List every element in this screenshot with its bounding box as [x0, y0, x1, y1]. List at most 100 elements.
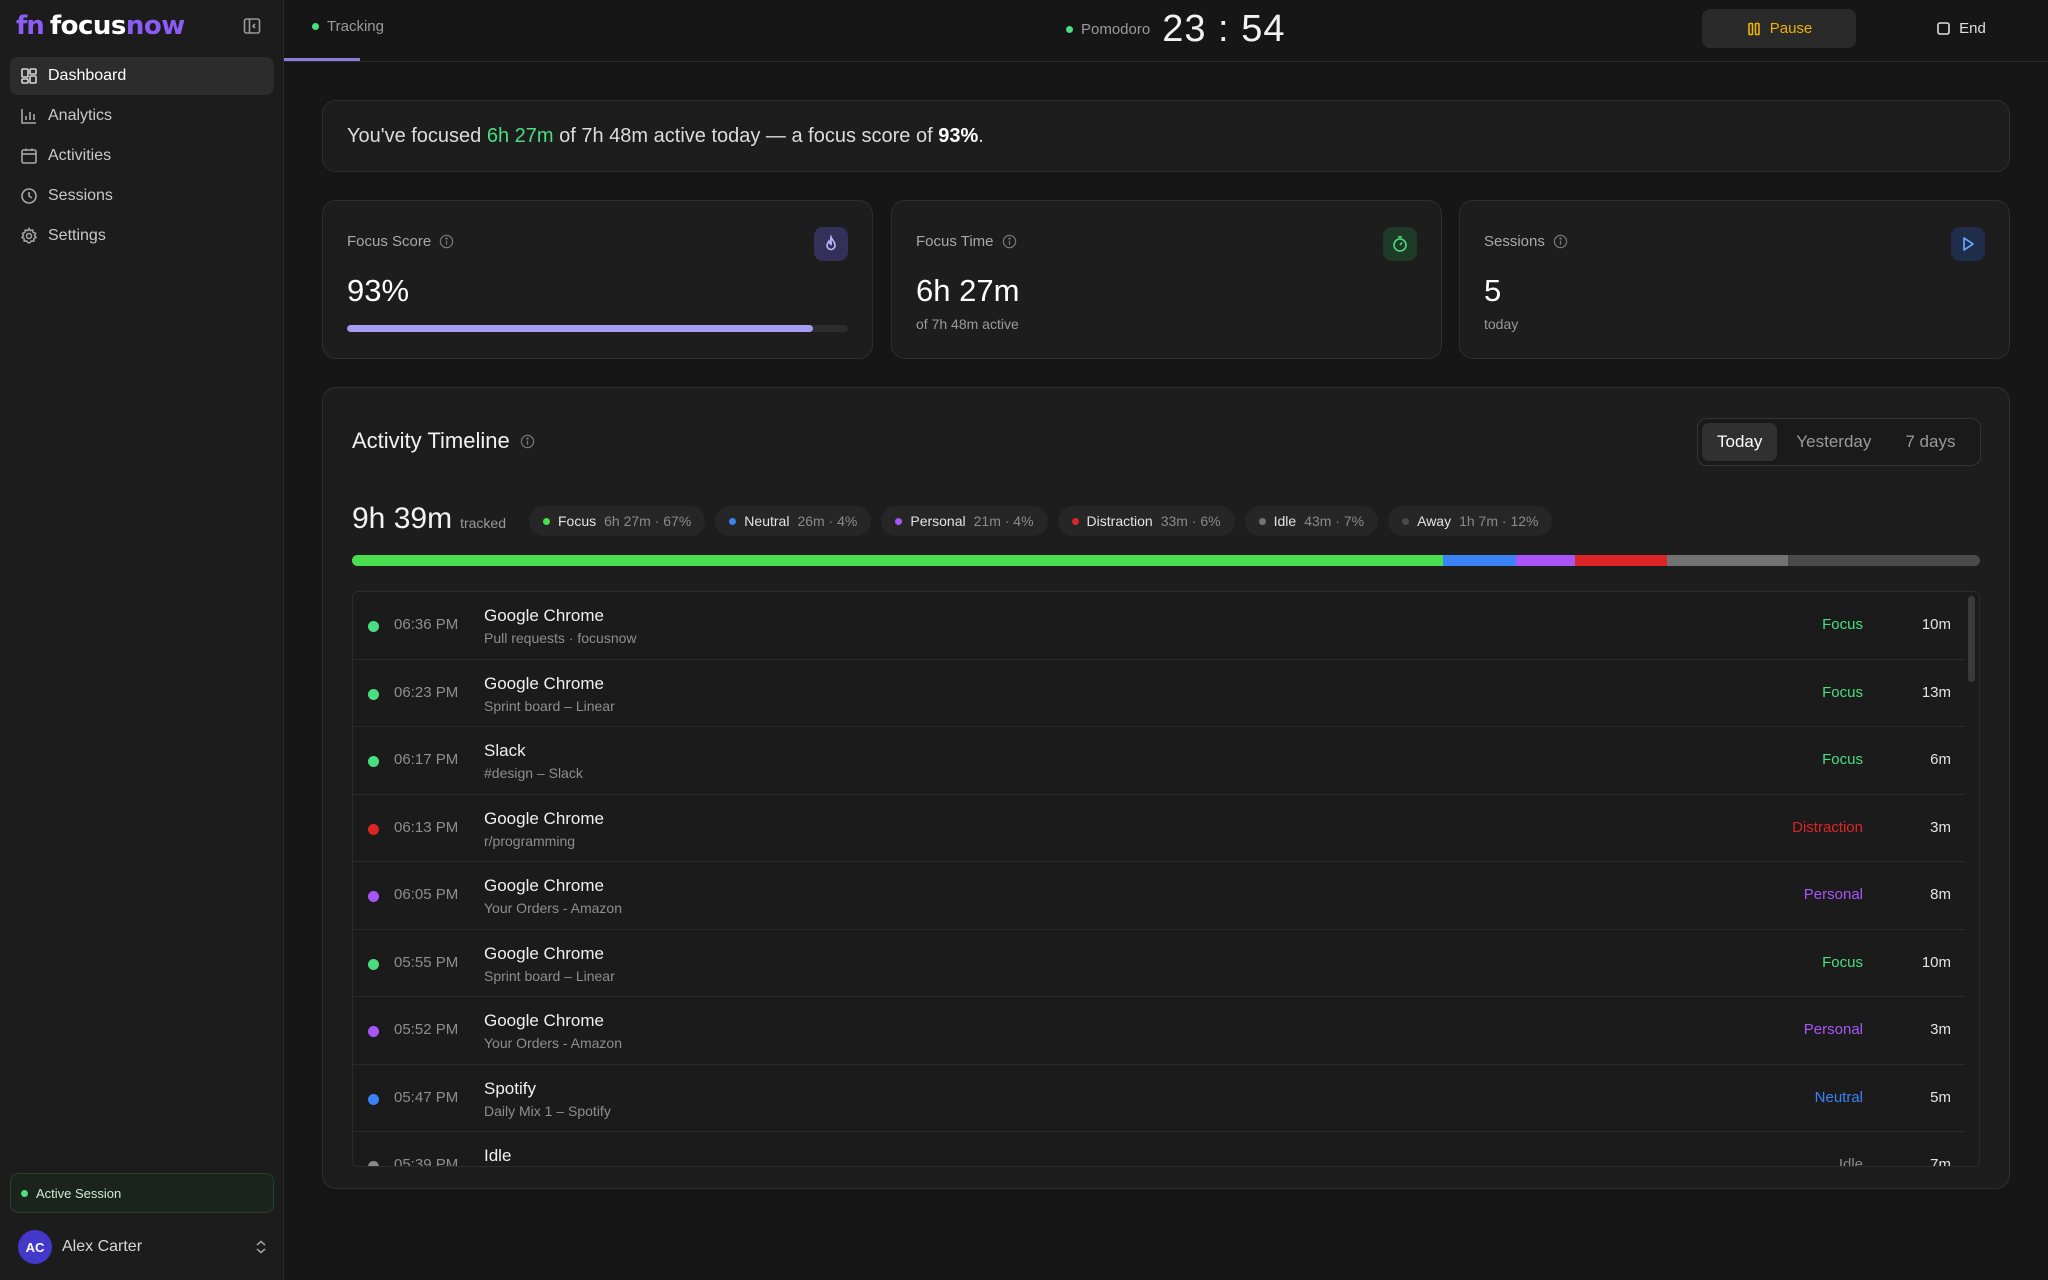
entry-time: 06:05 PM: [394, 886, 459, 903]
activity-list[interactable]: 06:36 PM Google Chrome Pull requests · foc…: [352, 591, 1980, 1167]
entry-category: Focus: [1822, 751, 1863, 768]
bar-segment-idle: [1667, 555, 1788, 566]
logo-mark: fn: [16, 11, 45, 41]
bar-chart-icon: [21, 109, 36, 124]
user-name: Alex Carter: [62, 1238, 143, 1255]
table-row[interactable]: 06:05 PM Google Chrome Your Orders - Amazo…: [353, 862, 1965, 930]
activity-timeline: Activity Timeline Today Yesterday 7 days…: [322, 387, 2010, 1189]
table-row[interactable]: 05:55 PM Google Chrome Sprint board – Line…: [353, 930, 1965, 997]
legend-chip-focus[interactable]: Focus 6h 27m · 67%: [529, 506, 706, 536]
info-icon[interactable]: [439, 234, 454, 249]
status-dot: [21, 1189, 28, 1197]
sidebar-item-label: Settings: [48, 227, 106, 244]
legend-chip-distraction[interactable]: Distraction 33m · 6%: [1057, 506, 1235, 536]
sidebar-item-settings[interactable]: Settings: [10, 217, 274, 255]
legend-dot: [1258, 517, 1266, 525]
category-dot: [368, 823, 379, 835]
entry-app: Slack: [484, 741, 526, 760]
active-session-indicator[interactable]: Active Session: [10, 1173, 274, 1213]
entry-category: Personal: [1803, 886, 1863, 903]
legend-chip-idle[interactable]: Idle 43m · 7%: [1244, 506, 1379, 536]
app-logo[interactable]: fn focusnow: [16, 11, 185, 41]
entry-app: Google Chrome: [484, 606, 605, 625]
entry-category: Distraction: [1792, 818, 1863, 836]
entry-app: Idle: [484, 1146, 512, 1165]
focus-score-card: Focus Score 93%: [322, 200, 873, 359]
table-row[interactable]: 05:47 PM Spotify Daily Mix 1 – Spotify Neut…: [353, 1065, 1965, 1132]
entry-time: 06:17 PM: [394, 751, 459, 768]
category-dot: [368, 891, 379, 902]
table-row[interactable]: 05:39 PM Idle Idle 7m: [353, 1132, 1965, 1166]
legend-dot: [543, 517, 550, 525]
play-icon: [1951, 227, 1985, 261]
chevron-up-down-icon: [256, 1240, 266, 1254]
category-dot: [368, 756, 379, 767]
focus-score-inline: 93%: [938, 124, 979, 147]
entry-detail: Your Orders - Amazon: [484, 900, 622, 916]
active-session-label: Active Session: [36, 1185, 122, 1201]
tab-tracking[interactable]: Tracking: [312, 18, 384, 35]
pause-button[interactable]: Pause: [1702, 9, 1856, 48]
category-dot: [368, 621, 379, 632]
status-dot: [1066, 26, 1073, 33]
info-icon[interactable]: [520, 434, 535, 449]
tab-label: Tracking: [327, 18, 384, 35]
sidebar-item-activities[interactable]: Activities: [10, 137, 274, 175]
calendar-icon: [21, 148, 37, 164]
tracked-label: tracked: [460, 515, 506, 531]
entry-detail: #design – Slack: [484, 765, 583, 781]
dashboard-icon: [21, 68, 37, 84]
focused-time: 6h 27m: [486, 124, 554, 147]
table-row[interactable]: 06:36 PM Google Chrome Pull requests · foc…: [353, 592, 1965, 660]
stop-icon: [1937, 22, 1950, 35]
entry-duration: 10m: [1921, 953, 1951, 971]
pause-label: Pause: [1769, 20, 1813, 37]
legend-chip-personal[interactable]: Personal 21m · 4%: [881, 506, 1048, 536]
category-dot: [368, 1026, 379, 1037]
entry-app: Google Chrome: [484, 1011, 605, 1030]
legend-label: Idle: [1273, 513, 1297, 529]
pause-icon: [1747, 22, 1760, 35]
user-menu[interactable]: AC Alex Carter: [18, 1230, 268, 1264]
bar-segment-neutral: [1442, 555, 1516, 566]
entry-time: 06:13 PM: [394, 818, 459, 836]
pomodoro-label: Pomodoro: [1081, 21, 1151, 38]
table-row[interactable]: 06:13 PM Google Chrome r/programming Distra…: [353, 795, 1965, 862]
range-yesterday[interactable]: Yesterday: [1781, 423, 1886, 461]
legend-chip-neutral[interactable]: Neutral 26m · 4%: [715, 506, 872, 536]
info-icon[interactable]: [1002, 234, 1017, 249]
table-row[interactable]: 06:17 PM Slack #design – Slack Focus 6m: [353, 727, 1965, 795]
entry-detail: Your Orders - Amazon: [484, 1035, 622, 1051]
legend-meta: 26m · 4%: [797, 513, 858, 529]
range-today[interactable]: Today: [1702, 423, 1778, 461]
legend-dot: [1071, 517, 1079, 525]
flame-icon: [814, 227, 848, 261]
sidebar-item-sessions[interactable]: Sessions: [10, 177, 274, 215]
entry-app: Google Chrome: [484, 943, 605, 963]
bar-segment-focus: [352, 555, 1443, 566]
table-row[interactable]: 05:52 PM Google Chrome Your Orders - Amazo…: [353, 997, 1965, 1065]
sidebar-item-analytics[interactable]: Analytics: [10, 97, 274, 135]
range-selector: Today Yesterday 7 days: [1697, 418, 1981, 466]
info-icon[interactable]: [1553, 234, 1568, 249]
legend-meta: 6h 27m · 67%: [604, 513, 692, 529]
sidebar-item-label: Dashboard: [48, 67, 127, 84]
entry-time: 05:55 PM: [394, 953, 459, 971]
entry-duration: 6m: [1930, 751, 1951, 768]
range-7-days[interactable]: 7 days: [1890, 423, 1970, 461]
end-button[interactable]: End: [1906, 9, 2016, 48]
focus-time-sub: of 7h 48m active: [916, 316, 1019, 332]
category-dot: [368, 958, 379, 970]
bar-segment-away: [1787, 555, 1980, 566]
scrollbar[interactable]: [1968, 596, 1975, 682]
sidebar-toggle-icon[interactable]: [242, 16, 262, 36]
gear-icon: [20, 227, 38, 244]
legend-label: Neutral: [744, 513, 790, 529]
entry-time: 06:36 PM: [394, 616, 459, 633]
focus-summary-banner: You've focused 6h 27m of 7h 48m active t…: [322, 100, 2010, 172]
table-row[interactable]: 06:23 PM Google Chrome Sprint board – Line…: [353, 660, 1965, 727]
clock-icon: [21, 188, 37, 204]
legend-chip-away[interactable]: Away 1h 7m · 12%: [1388, 506, 1553, 536]
legend-label: Away: [1417, 513, 1452, 529]
sidebar-item-dashboard[interactable]: Dashboard: [10, 57, 274, 95]
